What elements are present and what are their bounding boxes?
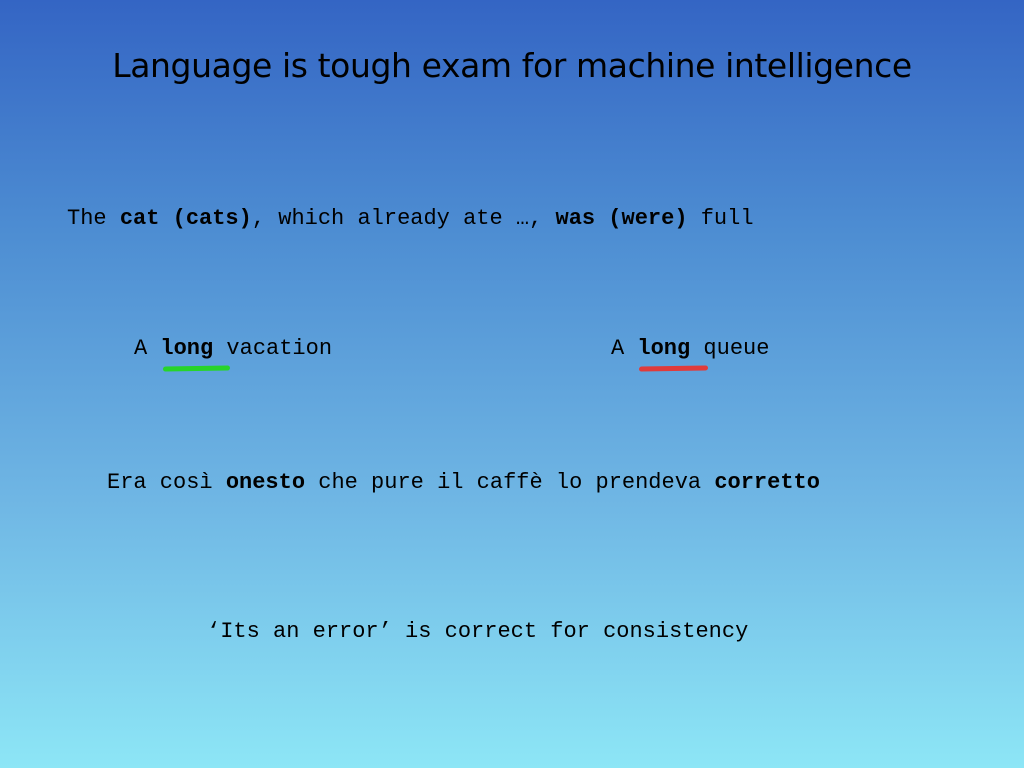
sentence-error-consistency: ‘Its an error’ is correct for consistenc… xyxy=(207,619,748,644)
green-underline-mark xyxy=(162,365,231,372)
slide-title: Language is tough exam for machine intel… xyxy=(112,46,912,85)
red-underline-mark xyxy=(638,365,709,372)
sentence-text: A xyxy=(134,336,161,361)
sentence-long-vacation: A long vacation xyxy=(134,336,332,361)
sentence-text: A xyxy=(611,336,638,361)
sentence-bold-text: onesto xyxy=(225,470,306,495)
sentence-italian-pun: Era così onesto che pure il caffè lo pre… xyxy=(107,470,820,495)
sentence-long-queue: A long queue xyxy=(611,336,769,361)
sentence-text: Era così xyxy=(107,470,226,495)
sentence-bold-text: cat (cats) xyxy=(119,206,252,231)
sentence-text: ‘Its an error’ is correct for consistenc… xyxy=(207,619,749,644)
sentence-text: , which already ate …, xyxy=(251,206,556,231)
slide: Language is tough exam for machine intel… xyxy=(0,0,1024,768)
sentence-text: che pure il caffè lo prendeva xyxy=(305,470,715,495)
sentence-text: vacation xyxy=(213,336,333,361)
sentence-text: The xyxy=(67,206,120,231)
sentence-cat-agreement: The cat (cats), which already ate …, was… xyxy=(67,206,754,231)
sentence-text: full xyxy=(687,206,754,231)
sentence-text: queue xyxy=(690,336,770,361)
sentence-bold-text: was (were) xyxy=(555,206,688,231)
sentence-bold-text: long xyxy=(637,336,691,361)
sentence-bold-text: corretto xyxy=(714,470,820,495)
sentence-bold-text: long xyxy=(160,336,214,361)
